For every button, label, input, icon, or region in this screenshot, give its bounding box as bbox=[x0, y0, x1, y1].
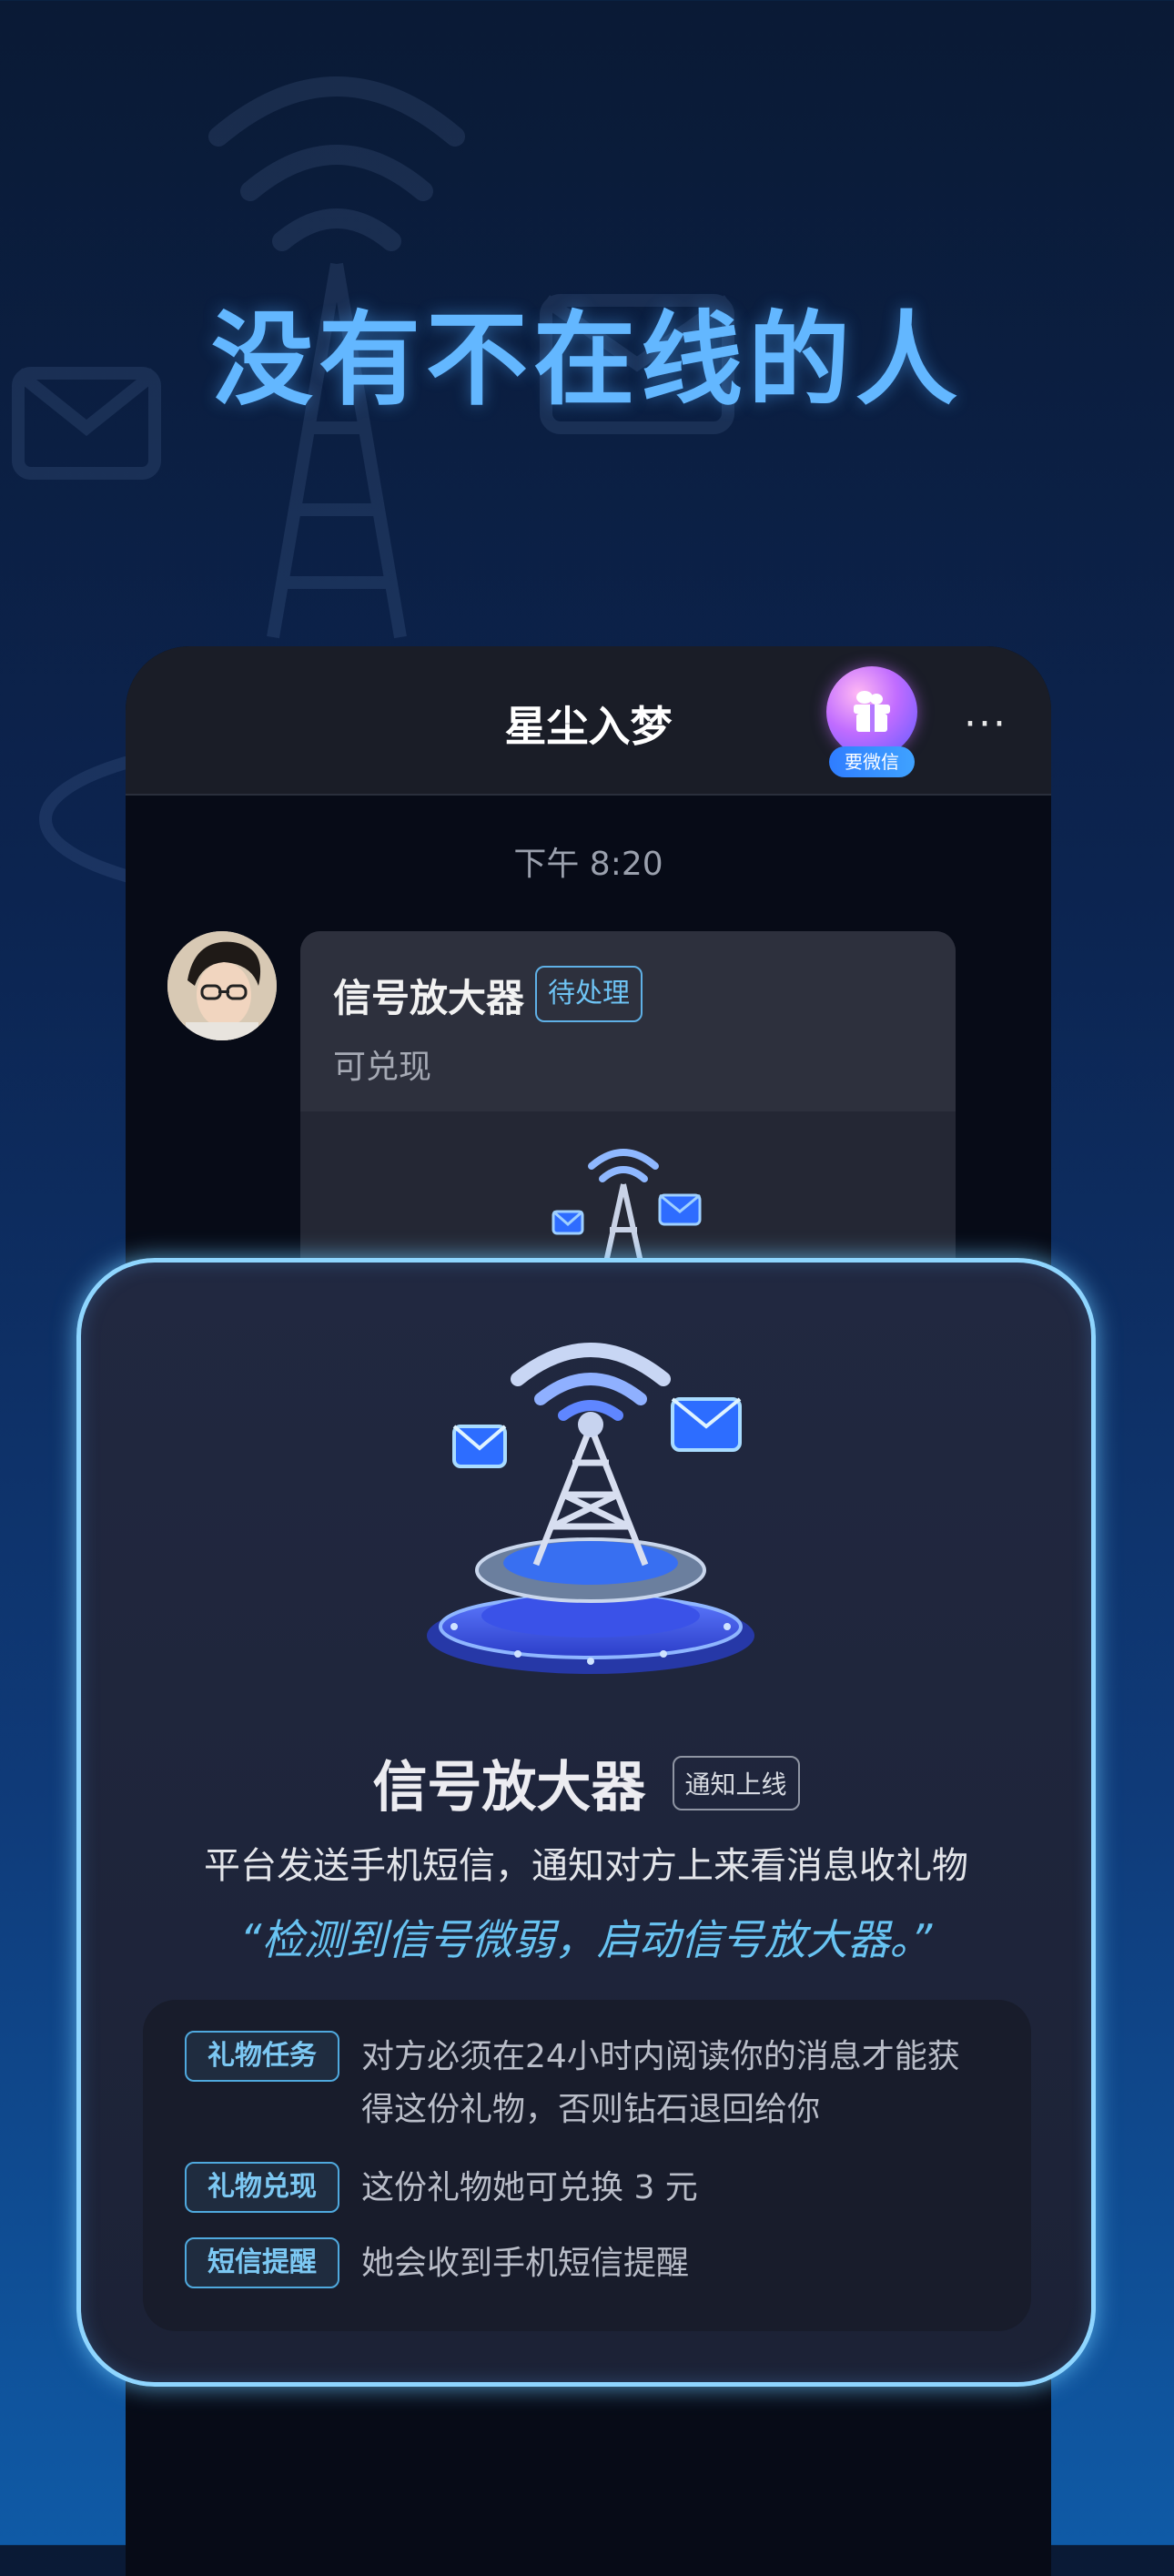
avatar[interactable] bbox=[167, 931, 277, 1040]
info-text: 她会收到手机短信提醒 bbox=[361, 2245, 690, 2282]
gift-message-title: 信号放大器 bbox=[333, 976, 525, 1020]
more-options-icon[interactable]: ··· bbox=[964, 701, 1007, 747]
gift-message-subtitle: 可兑现 bbox=[333, 1049, 432, 1086]
popup-title-row: 信号放大器 通知上线 bbox=[81, 1743, 1091, 1822]
info-label: 礼物任务 bbox=[185, 2031, 339, 2082]
gift-detail-popup: 信号放大器 通知上线 平台发送手机短信，通知对方上来看消息收礼物 “检测到信号微… bbox=[76, 1258, 1096, 2387]
chat-header: 星尘入梦 要微信 ··· bbox=[126, 646, 1051, 796]
popup-tag: 通知上线 bbox=[672, 1755, 800, 1810]
info-label: 短信提醒 bbox=[185, 2237, 339, 2288]
info-row-task: 礼物任务 对方必须在24小时内阅读你的消息才能获得这份礼物，否则钻石退回给你 bbox=[185, 2031, 989, 2136]
popup-description: 平台发送手机短信，通知对方上来看消息收礼物 bbox=[204, 1845, 968, 1887]
signal-amplifier-tower-icon bbox=[427, 1343, 754, 1674]
gift-info-box: 礼物任务 对方必须在24小时内阅读你的消息才能获得这份礼物，否则钻石退回给你 礼… bbox=[143, 2000, 1031, 2331]
info-text: 对方必须在24小时内阅读你的消息才能获得这份礼物，否则钻石退回给你 bbox=[361, 2038, 960, 2128]
gift-box-icon bbox=[826, 666, 917, 757]
gift-message-bubble[interactable]: 信号放大器 待处理 可兑现 bbox=[300, 931, 956, 1313]
wechat-request-gift-button[interactable]: 要微信 bbox=[822, 666, 922, 803]
gift-message-header: 信号放大器 待处理 可兑现 bbox=[300, 931, 956, 1111]
info-row-sms: 短信提醒 她会收到手机短信提醒 bbox=[185, 2237, 989, 2290]
popup-title: 信号放大器 bbox=[372, 1756, 646, 1820]
info-row-redeem: 礼物兑现 这份礼物她可兑换 3 元 bbox=[185, 2162, 989, 2215]
info-label: 礼物兑现 bbox=[185, 2162, 339, 2213]
popup-quote: “检测到信号微弱，启动信号放大器。” bbox=[239, 1915, 933, 1964]
info-text: 这份礼物她可兑换 3 元 bbox=[361, 2169, 698, 2206]
status-badge: 待处理 bbox=[535, 966, 643, 1022]
message-timestamp: 下午 8:20 bbox=[513, 846, 663, 883]
gift-badge-label: 要微信 bbox=[829, 746, 915, 777]
promo-headline: 没有不在线的人 bbox=[211, 301, 963, 420]
